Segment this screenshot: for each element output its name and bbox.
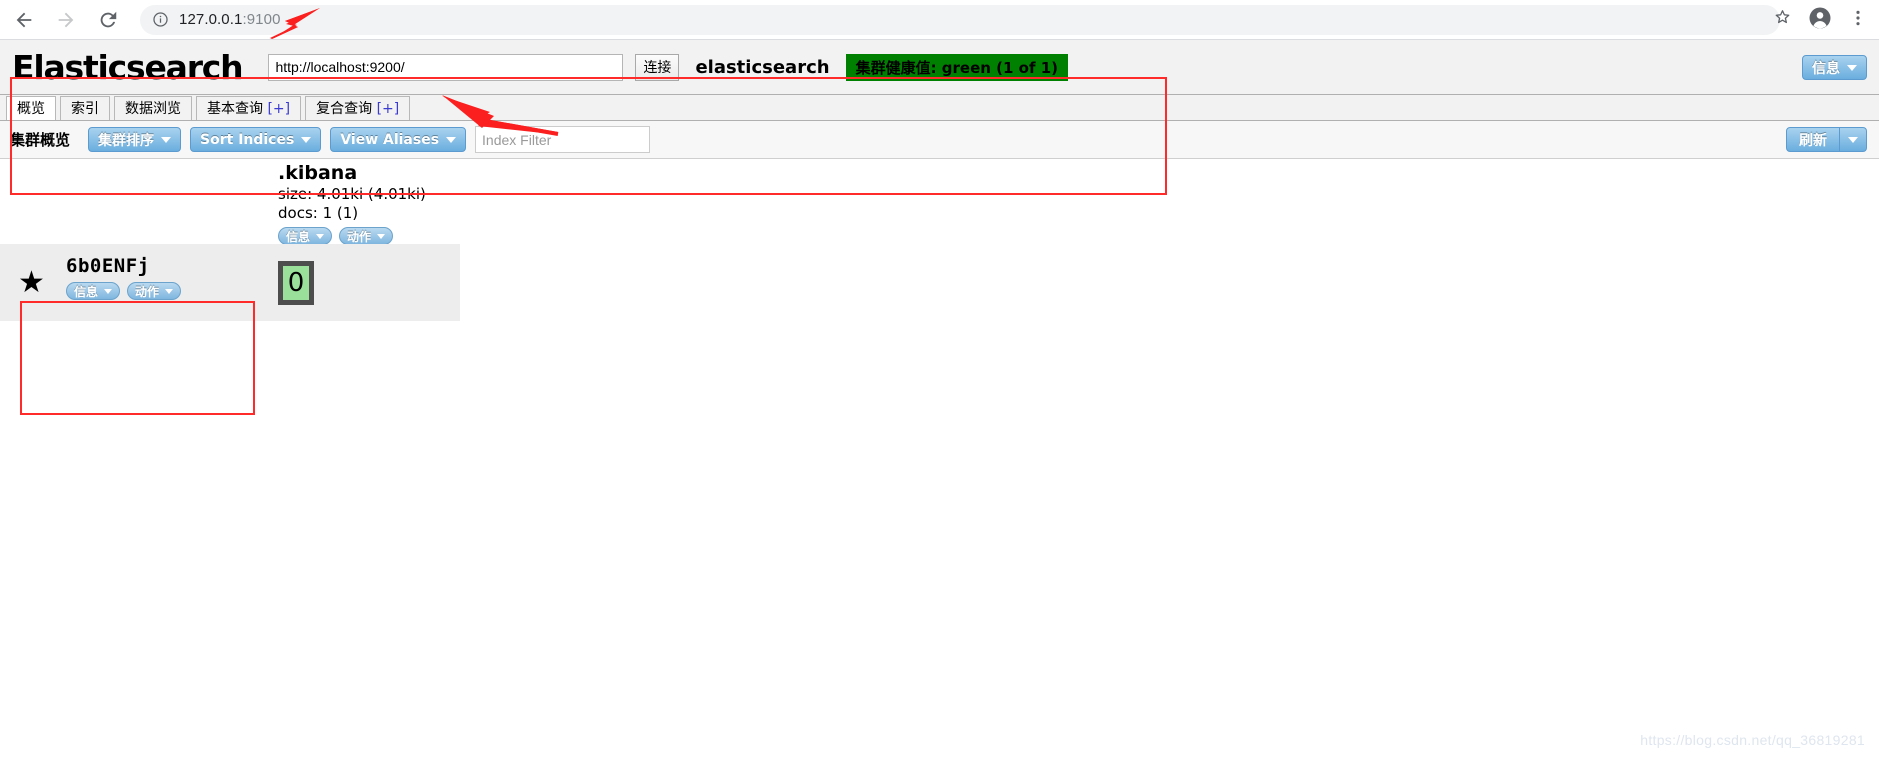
shard-0-box[interactable]: 0 bbox=[278, 260, 314, 305]
chevron-down-icon bbox=[301, 136, 312, 143]
cluster-name-label: elasticsearch bbox=[695, 56, 830, 78]
connect-button[interactable]: 连接 bbox=[635, 53, 680, 81]
index-column-kibana: .kibana size: 4.01ki (4.01ki) docs: 1 (1… bbox=[278, 161, 458, 245]
tab-basic-query[interactable]: 基本查询 [+] bbox=[196, 96, 302, 120]
app-logo: Elasticsearch bbox=[12, 47, 244, 87]
tab-composite-query-label: 复合查询 bbox=[316, 101, 373, 117]
bookmark-button[interactable] bbox=[1765, 3, 1799, 37]
node-actions: 信息 动作 bbox=[66, 282, 188, 300]
tab-bar: 概览 索引 数据浏览 基本查询 [+] 复合查询 [+] bbox=[0, 95, 1879, 121]
sort-indices-label: Sort Indices bbox=[200, 131, 295, 148]
refresh-label: 刷新 bbox=[1799, 132, 1827, 149]
chevron-down-icon bbox=[377, 233, 386, 239]
chevron-down-icon bbox=[161, 136, 172, 143]
watermark-text: https://blog.csdn.net/qq_36819281 bbox=[1640, 732, 1865, 748]
tab-basic-query-label: 基本查询 bbox=[207, 101, 263, 117]
tab-data-browse-label: 数据浏览 bbox=[125, 101, 181, 117]
index-name: .kibana bbox=[278, 162, 358, 184]
profile-avatar-icon bbox=[1808, 6, 1832, 35]
cluster-health-badge: 集群健康值: green (1 of 1) bbox=[845, 53, 1069, 81]
chevron-down-icon bbox=[1847, 64, 1857, 71]
url-host: 127.0.0.1 bbox=[179, 11, 243, 28]
star-outline-icon bbox=[1772, 7, 1793, 33]
back-arrow-icon bbox=[13, 9, 35, 31]
header-info-label: 信息 bbox=[1812, 60, 1840, 77]
node-action-label: 动作 bbox=[135, 284, 160, 299]
index-header-row: .kibana size: 4.01ki (4.01ki) docs: 1 (1… bbox=[0, 159, 1879, 245]
index-action-button[interactable]: 动作 bbox=[339, 227, 394, 245]
index-info-label: 信息 bbox=[286, 229, 311, 244]
refresh-group: 刷新 bbox=[1786, 127, 1867, 152]
browser-chrome: 127.0.0.1:9100 bbox=[0, 0, 1879, 40]
chevron-down-icon bbox=[446, 136, 457, 143]
index-filter-input[interactable] bbox=[475, 126, 651, 153]
forward-button[interactable] bbox=[48, 2, 84, 38]
index-docs: docs: 1 (1) bbox=[278, 204, 359, 222]
chrome-right-actions bbox=[1765, 0, 1879, 40]
tab-data-browse[interactable]: 数据浏览 bbox=[114, 96, 192, 120]
info-circle-icon[interactable] bbox=[152, 11, 169, 28]
view-aliases-label: View Aliases bbox=[340, 131, 440, 148]
url-text: 127.0.0.1:9100 bbox=[179, 11, 281, 28]
cluster-sort-button[interactable]: 集群排序 bbox=[88, 127, 182, 152]
index-action-label: 动作 bbox=[347, 229, 372, 244]
node-name: 6b0ENFj bbox=[66, 255, 150, 277]
node-info-button[interactable]: 信息 bbox=[66, 282, 121, 300]
refresh-interval-button[interactable] bbox=[1840, 127, 1867, 152]
address-bar[interactable]: 127.0.0.1:9100 bbox=[140, 4, 1780, 39]
cluster-host-input[interactable] bbox=[268, 53, 624, 81]
tab-overview[interactable]: 概览 bbox=[6, 96, 56, 120]
refresh-button[interactable]: 刷新 bbox=[1786, 127, 1840, 152]
overview-toolbar: 集群概览 集群排序 Sort Indices View Aliases 刷新 bbox=[0, 121, 1879, 159]
chevron-down-icon bbox=[165, 288, 174, 294]
view-aliases-button[interactable]: View Aliases bbox=[330, 127, 467, 152]
reload-icon bbox=[97, 9, 119, 31]
app-header: Elasticsearch 连接 elasticsearch 集群健康值: gr… bbox=[0, 40, 1879, 95]
node-info-label: 信息 bbox=[74, 284, 99, 299]
index-actions: 信息 动作 bbox=[278, 227, 458, 245]
cluster-sort-label: 集群排序 bbox=[98, 132, 155, 149]
chevron-down-icon bbox=[1848, 136, 1858, 143]
chevron-down-icon bbox=[104, 288, 113, 294]
chevron-down-icon bbox=[316, 233, 325, 239]
tab-indices[interactable]: 索引 bbox=[60, 96, 110, 120]
shard-cell: 0 bbox=[278, 244, 460, 321]
three-dots-menu-icon bbox=[1848, 8, 1868, 33]
tab-basic-query-plus: [+] bbox=[267, 101, 291, 117]
node-info: 6b0ENFj 信息 动作 bbox=[66, 254, 188, 300]
back-button[interactable] bbox=[6, 2, 42, 38]
tab-composite-query[interactable]: 复合查询 [+] bbox=[305, 96, 411, 120]
browser-menu-button[interactable] bbox=[1841, 3, 1875, 37]
forward-arrow-icon bbox=[55, 9, 77, 31]
tab-composite-query-plus: [+] bbox=[376, 101, 400, 117]
master-node-star-icon: ★ bbox=[18, 265, 45, 300]
index-size: size: 4.01ki (4.01ki) bbox=[278, 185, 426, 203]
reload-button[interactable] bbox=[90, 2, 126, 38]
profile-button[interactable] bbox=[1803, 3, 1837, 37]
node-action-button[interactable]: 动作 bbox=[127, 282, 182, 300]
header-info-button[interactable]: 信息 bbox=[1802, 55, 1867, 80]
elasticsearch-head-app: Elasticsearch 连接 elasticsearch 集群健康值: gr… bbox=[0, 40, 1879, 760]
sort-indices-button[interactable]: Sort Indices bbox=[190, 127, 322, 152]
index-info-button[interactable]: 信息 bbox=[278, 227, 333, 245]
tab-overview-label: 概览 bbox=[17, 101, 45, 117]
tab-indices-label: 索引 bbox=[71, 101, 99, 117]
overview-title: 集群概览 bbox=[10, 131, 71, 149]
